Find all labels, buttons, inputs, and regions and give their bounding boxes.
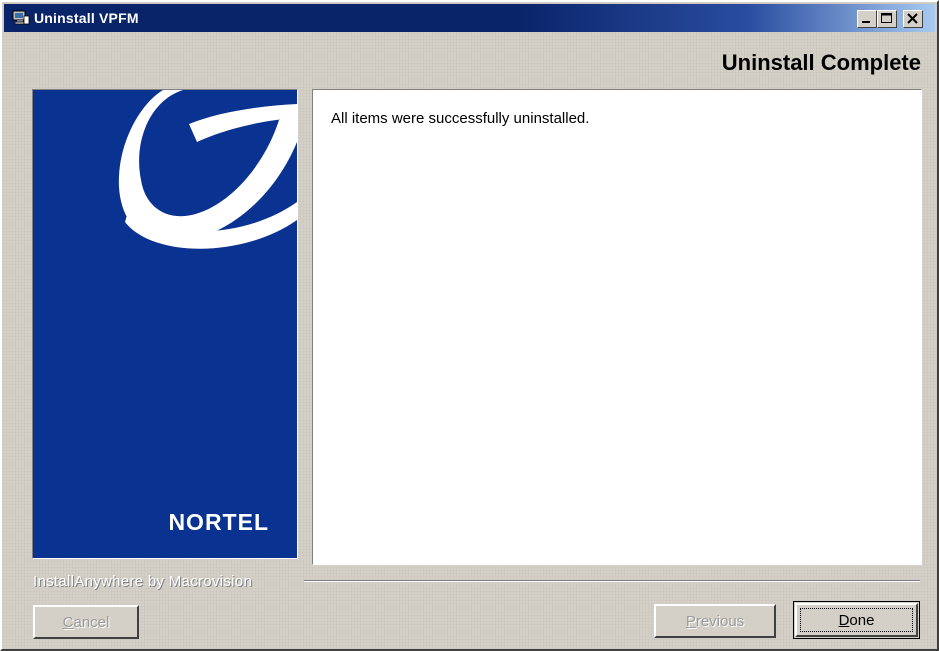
maximize-icon (881, 13, 892, 23)
installer-window: Uninstall VPFM Uninstall Complete NORTEL… (0, 0, 939, 651)
cancel-button-label: Cancel (62, 613, 110, 631)
installer-icon (12, 10, 30, 25)
title-bar[interactable]: Uninstall VPFM (4, 4, 935, 32)
footer-divider (304, 580, 920, 582)
done-button-label: Done (838, 611, 875, 629)
minimize-button[interactable] (857, 10, 877, 28)
brand-logo-text: NORTEL (168, 509, 269, 535)
window-title: Uninstall VPFM (34, 10, 139, 26)
brand-panel: NORTEL (32, 89, 298, 559)
done-button[interactable]: Done (793, 601, 920, 639)
previous-button-label: Previous (685, 612, 745, 630)
cancel-button[interactable]: Cancel (33, 605, 139, 639)
globe-logo-icon (118, 90, 297, 249)
previous-button[interactable]: Previous (654, 604, 776, 638)
minimize-icon (862, 21, 870, 23)
vendor-label: InstallAnywhere by Macrovision (33, 573, 253, 590)
step-title: Uninstall Complete (721, 50, 921, 75)
close-icon (907, 13, 918, 24)
status-message: All items were successfully uninstalled. (331, 110, 590, 127)
maximize-button[interactable] (877, 10, 897, 28)
content-panel: All items were successfully uninstalled. (312, 89, 922, 565)
close-button[interactable] (903, 10, 923, 28)
